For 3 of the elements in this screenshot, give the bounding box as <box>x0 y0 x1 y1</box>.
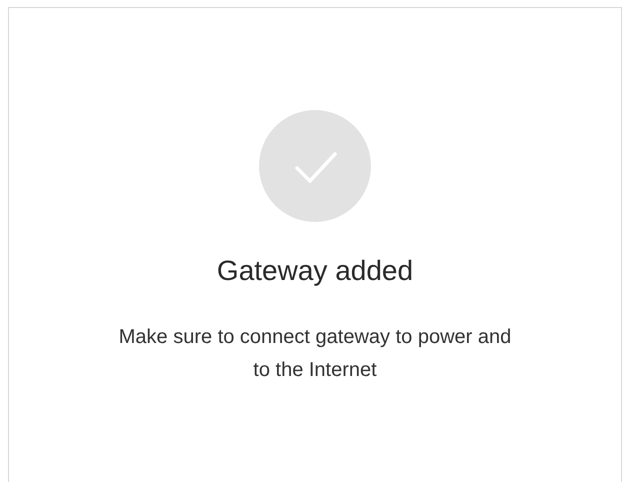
dialog-title: Gateway added <box>216 255 414 287</box>
dialog-message: Make sure to connect gateway to power and to the Internet <box>118 325 512 383</box>
checkmark-icon <box>259 110 371 222</box>
